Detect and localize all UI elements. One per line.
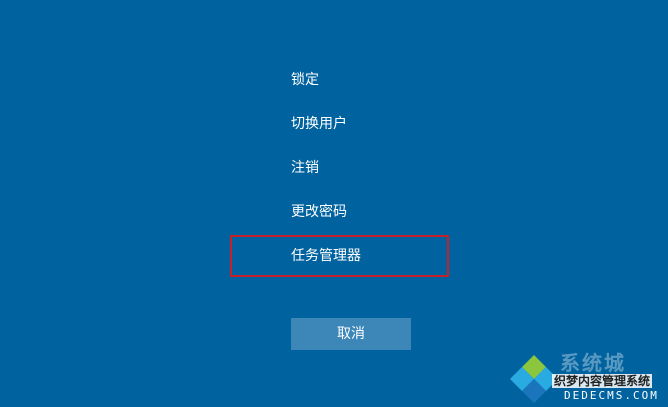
- watermark-name: 系统城: [560, 351, 626, 375]
- watermark: 系统城 织梦内容管理系统 DEDECMS.COM: [508, 347, 668, 407]
- watermark-url: DEDECMS.COM: [564, 389, 659, 402]
- menu-item-sign-out[interactable]: 注销: [291, 158, 319, 178]
- cancel-button[interactable]: 取消: [291, 318, 411, 350]
- menu-item-lock[interactable]: 锁定: [291, 70, 319, 90]
- highlight-annotation-box: [230, 235, 449, 277]
- menu-item-switch-user[interactable]: 切换用户: [291, 114, 347, 134]
- menu-item-change-password[interactable]: 更改密码: [291, 202, 347, 222]
- watermark-subtitle: 织梦内容管理系统: [552, 374, 653, 388]
